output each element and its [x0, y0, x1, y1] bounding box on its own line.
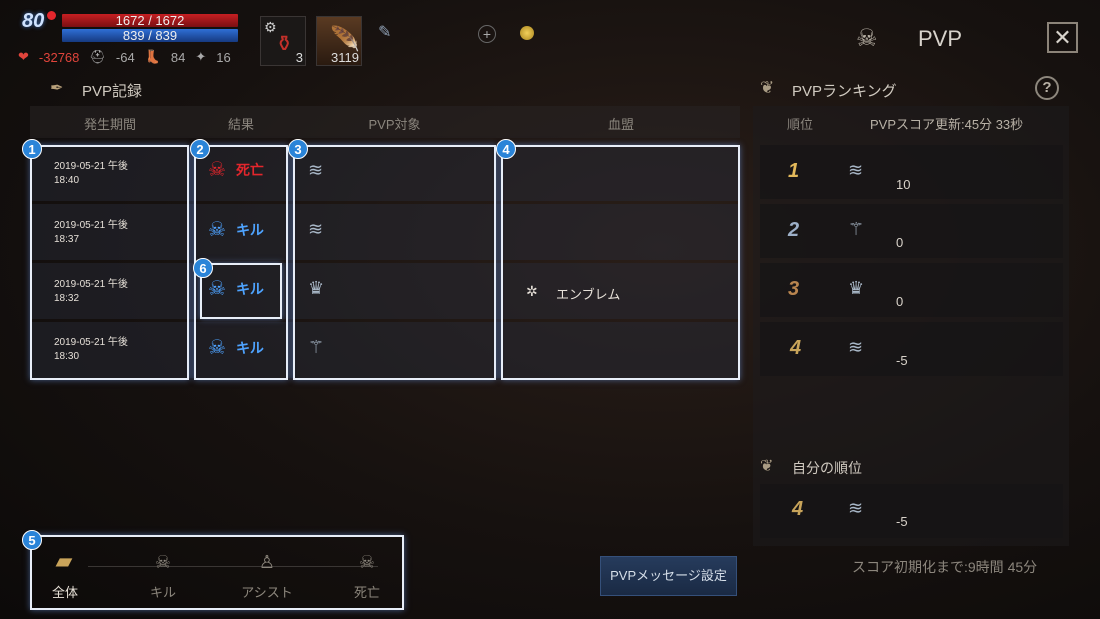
quickslot-feather[interactable]: 🪶 3119: [316, 16, 362, 66]
rank-number: 1: [788, 160, 800, 182]
help-button[interactable]: ?: [1035, 76, 1059, 100]
stat-defense: -64: [115, 49, 135, 65]
rank-score: 0: [896, 235, 904, 250]
filter-death-label[interactable]: 死亡: [342, 582, 392, 601]
mp-text: 839 / 839: [122, 28, 178, 43]
col-target: PVP対象: [368, 117, 421, 132]
ranking-title: PVPランキング: [792, 83, 897, 100]
rank-score: -5: [896, 353, 908, 368]
helmet-icon: ⛑: [89, 49, 106, 64]
filter-all-label[interactable]: 全体: [40, 582, 90, 601]
coin-icon[interactable]: [520, 26, 534, 40]
filter-assist-label[interactable]: アシスト: [237, 582, 297, 601]
potion-count: 3: [295, 50, 303, 65]
my-rank-number: 4: [792, 498, 804, 520]
callout-badge: 4: [496, 139, 516, 159]
ranking-row[interactable]: [760, 145, 1063, 199]
potion-icon: ⚱: [275, 31, 294, 56]
scroll-icon[interactable]: ✎: [378, 22, 391, 42]
page-title: PVP: [918, 26, 963, 51]
records-title: PVP記録: [82, 83, 143, 100]
my-rank-score: -5: [896, 514, 908, 529]
ranking-row[interactable]: [760, 263, 1063, 317]
wing-class-icon: ≋: [848, 337, 864, 357]
skull-swords-icon[interactable]: ☠: [148, 552, 178, 573]
filter-line: [88, 566, 378, 567]
score-update: PVPスコア更新:45分 33秒: [870, 117, 1024, 132]
tentacle-class-icon: ⚚: [848, 219, 865, 239]
mp-bar: 839 / 839: [62, 29, 238, 42]
rank-number: 4: [790, 337, 802, 359]
ranking-row[interactable]: [760, 204, 1063, 258]
close-button[interactable]: ✕: [1047, 22, 1078, 53]
callout-badge: 1: [22, 139, 42, 159]
add-slot-button[interactable]: +: [478, 25, 496, 43]
score-reset-timer: スコア初期化まで:9時間 45分: [852, 559, 1038, 575]
rank-score: 10: [896, 177, 911, 192]
boot-icon: 👢: [144, 49, 161, 64]
quill-icon: ✒: [50, 80, 64, 97]
crown-class-icon: ♛: [848, 278, 865, 298]
callout-badge: 6: [193, 258, 213, 278]
stat-4: 16: [216, 49, 231, 65]
death-skull-icon[interactable]: ☠: [352, 552, 382, 573]
my-rank-row: [760, 484, 1063, 538]
assist-icon[interactable]: ♙: [252, 552, 282, 573]
col-clan: 血盟: [607, 117, 634, 132]
rank-number: 2: [788, 219, 800, 241]
hp-text: 1672 / 1672: [115, 13, 185, 28]
book-icon: ▰: [55, 548, 73, 573]
player-stats: ❤ -32768 ⛑ -64 👢 84 ✦ 16: [18, 49, 231, 65]
skull-crest-icon: ☠: [856, 25, 878, 52]
notification-dot: [47, 11, 56, 20]
highlight-period: [30, 145, 189, 380]
col-result: 結果: [227, 117, 254, 132]
rank-score: 0: [896, 294, 904, 309]
filter-kill-label[interactable]: キル: [138, 582, 188, 601]
stat-3: 84: [170, 49, 186, 65]
col-period: 発生期間: [83, 117, 136, 132]
help-icon: ?: [1042, 79, 1052, 96]
feather-count: 3119: [331, 50, 359, 65]
pvp-message-settings-button[interactable]: PVPメッセージ設定: [600, 556, 737, 596]
hp-bar: 1672 / 1672: [62, 14, 238, 27]
callout-badge: 2: [190, 139, 210, 159]
highlight-target: [293, 145, 496, 380]
wing-icon: ✦: [195, 49, 207, 64]
my-rank-title: 自分の順位: [792, 460, 862, 476]
highlight-clan: [501, 145, 740, 380]
wing-class-icon: ≋: [848, 160, 864, 180]
col-rank: 順位: [786, 117, 813, 132]
callout-badge: 3: [288, 139, 308, 159]
heart-icon: ❤: [18, 49, 29, 64]
quickslot-potion[interactable]: ⚙ ⚱ 3: [260, 16, 306, 66]
laurel-icon: ❦: [760, 78, 775, 97]
wing-class-icon: ≋: [848, 498, 864, 518]
stat-attack: -32768: [38, 49, 80, 65]
player-level: 80: [22, 10, 45, 32]
laurel-icon: ❦: [760, 458, 774, 475]
close-icon: ✕: [1053, 25, 1072, 50]
rank-number: 3: [788, 278, 800, 300]
callout-badge: 5: [22, 530, 42, 550]
ranking-row[interactable]: [760, 322, 1063, 376]
